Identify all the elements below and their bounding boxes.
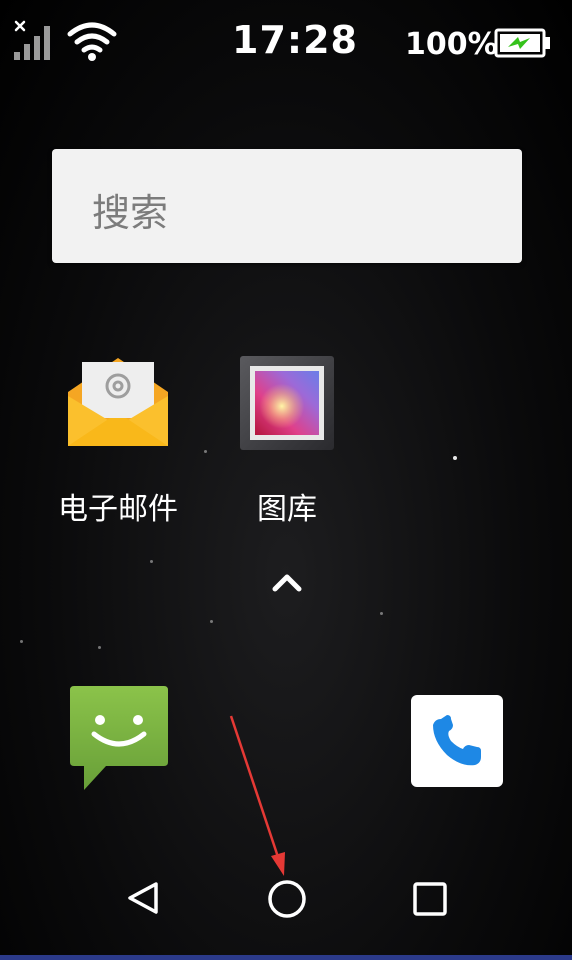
app-email[interactable]: 电子邮件 <box>50 350 190 530</box>
app-label-gallery: 图库 <box>257 492 317 527</box>
messaging-icon <box>70 686 168 790</box>
search-placeholder: 搜索 <box>92 191 169 235</box>
wifi-icon <box>67 22 117 61</box>
star-dot <box>204 450 207 453</box>
star-dot <box>150 560 153 563</box>
star-dot <box>20 640 23 643</box>
status-bar: 17:28 100% <box>0 0 572 80</box>
star-dot <box>210 620 213 623</box>
search-bar[interactable]: 搜索 <box>52 149 522 263</box>
chevron-up-icon[interactable] <box>270 570 304 594</box>
gallery-icon <box>240 356 334 450</box>
star-dot <box>98 646 101 649</box>
dock-app-phone[interactable] <box>411 695 503 787</box>
phone-icon <box>411 695 503 787</box>
email-icon <box>68 358 168 446</box>
battery-percent: 100% <box>405 27 498 62</box>
status-clock: 17:28 <box>232 18 358 62</box>
bottom-edge <box>0 955 572 960</box>
app-label-email: 电子邮件 <box>58 492 178 527</box>
battery-charging-icon <box>494 28 550 58</box>
star-dot <box>453 456 457 460</box>
back-icon[interactable] <box>124 878 164 918</box>
recents-icon[interactable] <box>412 881 448 917</box>
signal-no-service-icon <box>14 20 50 60</box>
home-screen: 17:28 100% 搜索 电子邮件 图库 <box>0 0 572 960</box>
star-dot <box>380 612 383 615</box>
home-icon[interactable] <box>266 878 308 920</box>
app-gallery[interactable]: 图库 <box>230 350 350 530</box>
dock-app-messaging[interactable] <box>66 686 172 794</box>
